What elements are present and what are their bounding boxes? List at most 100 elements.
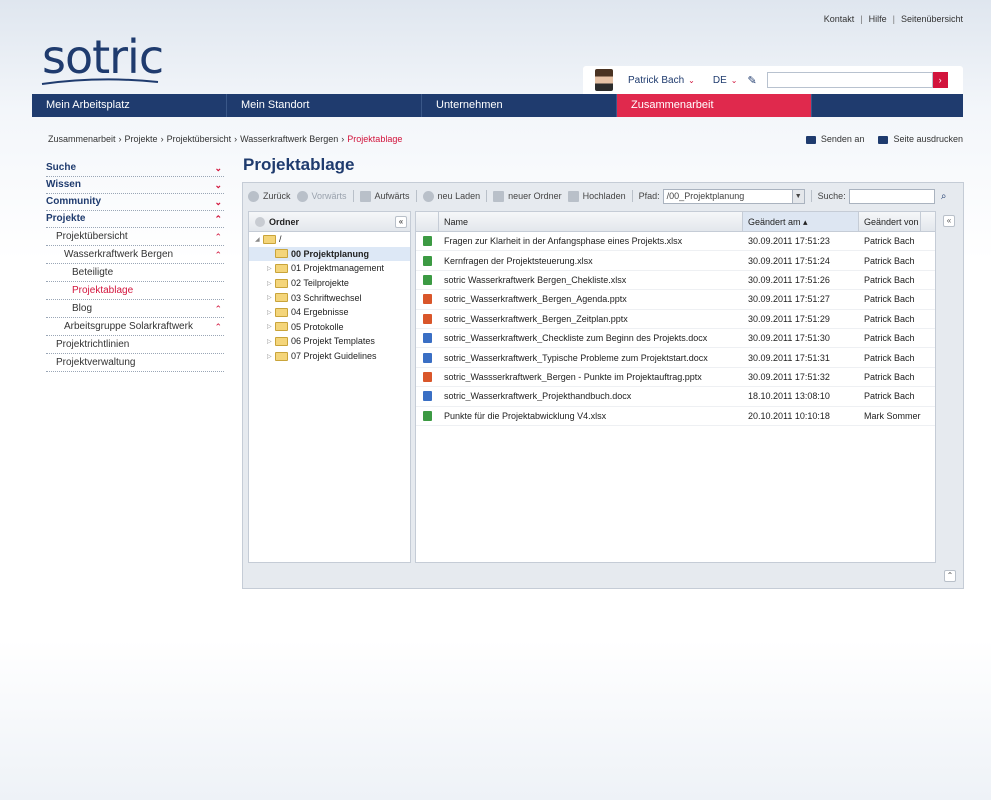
- help-link[interactable]: Hilfe: [869, 14, 887, 24]
- chevron-down-icon[interactable]: ⌄: [214, 194, 222, 210]
- back-button[interactable]: Zurück: [248, 190, 291, 202]
- breadcrumb-item[interactable]: Projektübersicht: [167, 134, 232, 144]
- sidebar-item-blog[interactable]: Blog ⌃: [46, 300, 224, 318]
- forward-button[interactable]: Vorwärts: [296, 190, 347, 202]
- file-name-cell[interactable]: sotric Wasserkraftwerk Bergen_Chekliste.…: [439, 275, 743, 285]
- sidebar-item-projektverwaltung[interactable]: Projektverwaltung: [46, 354, 224, 372]
- expander-icon[interactable]: ▷: [267, 338, 275, 345]
- tree-root[interactable]: ◢ /: [249, 232, 410, 247]
- pptx-file-icon: [423, 371, 432, 382]
- nav-zusammenarbeit[interactable]: Zusammenarbeit: [617, 94, 812, 117]
- tree-folder-02[interactable]: ▷ 02 Teilprojekte: [249, 276, 410, 291]
- file-name-cell[interactable]: Fragen zur Klarheit in der Anfangsphase …: [439, 236, 743, 246]
- chevron-down-icon[interactable]: ⌄: [731, 76, 738, 85]
- search-submit-button[interactable]: ›: [932, 72, 948, 88]
- table-row[interactable]: sotric Wasserkraftwerk Bergen_Chekliste.…: [416, 271, 935, 291]
- tree-folder-06[interactable]: ▷ 06 Projekt Templates: [249, 334, 410, 349]
- new-folder-button[interactable]: neuer Ordner: [493, 190, 562, 202]
- sidebar-item-suche[interactable]: Suche ⌄: [46, 160, 224, 177]
- file-name-cell[interactable]: Kernfragen der Projektsteuerung.xlsx: [439, 256, 743, 266]
- breadcrumb-item[interactable]: Zusammenarbeit: [48, 134, 116, 144]
- contact-link[interactable]: Kontakt: [824, 14, 855, 24]
- file-name-cell[interactable]: sotric_Wasserkraftwerk_Typische Probleme…: [439, 353, 743, 363]
- changed-column-header[interactable]: Geändert am ▴: [743, 212, 859, 231]
- sitemap-link[interactable]: Seitenübersicht: [901, 14, 963, 24]
- file-name-cell[interactable]: sotric_Wassserkraftwerk_Bergen - Punkte …: [439, 372, 743, 382]
- table-row[interactable]: Fragen zur Klarheit in der Anfangsphase …: [416, 232, 935, 252]
- language-select[interactable]: DE: [713, 75, 727, 86]
- sidebar-item-projektrichtlinien[interactable]: Projektrichtlinien: [46, 336, 224, 354]
- tree-folder-01[interactable]: ▷ 01 Projektmanagement: [249, 261, 410, 276]
- breadcrumb-item[interactable]: Wasserkraftwerk Bergen: [240, 134, 338, 144]
- tree-folder-07[interactable]: ▷ 07 Projekt Guidelines: [249, 349, 410, 364]
- user-name[interactable]: Patrick Bach: [628, 75, 684, 86]
- chevron-down-icon[interactable]: ⌄: [214, 160, 222, 176]
- file-name-cell[interactable]: Punkte für die Projektabwicklung V4.xlsx: [439, 411, 743, 421]
- file-changed-cell: 30.09.2011 17:51:26: [748, 274, 830, 285]
- search-icon[interactable]: ⌕: [937, 189, 951, 204]
- breadcrumb-item[interactable]: Projekte: [125, 134, 158, 144]
- sidebar-item-arbeitsgruppe-solarkraftwerk[interactable]: Arbeitsgruppe Solarkraftwerk ⌃: [46, 318, 224, 336]
- chevron-down-icon[interactable]: ▼: [791, 189, 804, 203]
- expander-icon[interactable]: ▷: [267, 265, 275, 272]
- chevron-up-icon[interactable]: ⌃: [214, 247, 222, 263]
- table-row[interactable]: sotric_Wasserkraftwerk_Checkliste zum Be…: [416, 329, 935, 349]
- table-row[interactable]: sotric_Wasserkraftwerk_Bergen_Zeitplan.p…: [416, 310, 935, 329]
- expander-icon[interactable]: ▷: [267, 323, 275, 330]
- sidebar-item-wasserkraftwerk-bergen[interactable]: Wasserkraftwerk Bergen ⌃: [46, 246, 224, 264]
- file-name-cell[interactable]: sotric_Wasserkraftwerk_Checkliste zum Be…: [439, 333, 743, 343]
- nav-mein-arbeitsplatz[interactable]: Mein Arbeitsplatz: [32, 94, 227, 117]
- expander-icon[interactable]: ▷: [267, 294, 275, 301]
- pptx-file-icon: [423, 294, 432, 305]
- tree-folder-05[interactable]: ▷ 05 Protokolle: [249, 320, 410, 335]
- chevron-down-icon[interactable]: ⌄: [688, 76, 695, 85]
- table-row[interactable]: Kernfragen der Projektsteuerung.xlsx 30.0…: [416, 251, 935, 271]
- expand-panel-icon[interactable]: «: [943, 215, 955, 227]
- chevron-down-icon[interactable]: ⌄: [214, 177, 222, 193]
- table-row[interactable]: sotric_Wasserkraftwerk_Typische Probleme…: [416, 348, 935, 368]
- tree-folder-04[interactable]: ▷ 04 Ergebnisse: [249, 305, 410, 320]
- sidebar-item-wissen[interactable]: Wissen ⌄: [46, 177, 224, 194]
- name-column-header[interactable]: Name: [439, 212, 743, 231]
- chevron-up-icon[interactable]: ⌃: [214, 229, 222, 245]
- collapse-left-icon[interactable]: «: [395, 215, 407, 228]
- table-row[interactable]: sotric_Wasserkraftwerk_Bergen_Agenda.ppt…: [416, 290, 935, 310]
- chevron-up-icon[interactable]: ⌃: [214, 301, 222, 317]
- global-search-input[interactable]: [766, 72, 933, 88]
- sidebar-item-beteiligte[interactable]: Beteiligte: [46, 264, 224, 282]
- file-name-cell[interactable]: sotric_Wasserkraftwerk_Bergen_Zeitplan.p…: [439, 314, 743, 324]
- nav-unternehmen[interactable]: Unternehmen: [422, 94, 617, 117]
- sidebar-item-projekte[interactable]: Projekte ⌃: [46, 211, 224, 228]
- path-select[interactable]: /00_Projektplanung ▼: [662, 188, 805, 204]
- file-search-input[interactable]: [848, 188, 935, 204]
- reload-button[interactable]: neu Laden: [422, 190, 480, 202]
- sidebar-item-projektuebersicht[interactable]: Projektübersicht ⌃: [46, 228, 224, 246]
- file-name-cell[interactable]: sotric_Wasserkraftwerk_Bergen_Agenda.ppt…: [439, 294, 743, 304]
- nav-mein-standort[interactable]: Mein Standort: [227, 94, 422, 117]
- sidebar-item-community[interactable]: Community ⌄: [46, 194, 224, 211]
- chevron-up-icon[interactable]: ⌃: [214, 319, 222, 335]
- collapse-up-icon[interactable]: ⌃: [944, 570, 956, 582]
- tree-folder-00[interactable]: 00 Projektplanung: [249, 246, 410, 262]
- changed-by-column-header[interactable]: Geändert von: [859, 212, 921, 231]
- expander-icon[interactable]: ▷: [267, 353, 275, 360]
- table-row[interactable]: Punkte für die Projektabwicklung V4.xlsx…: [416, 407, 935, 426]
- type-column-header[interactable]: [416, 212, 439, 231]
- expander-icon[interactable]: ▷: [267, 309, 275, 316]
- logo[interactable]: sotric: [42, 30, 164, 84]
- expanded-icon[interactable]: ◢: [255, 236, 263, 243]
- print-page-link[interactable]: Seite ausdrucken: [878, 134, 963, 144]
- upload-button[interactable]: Hochladen: [567, 190, 626, 202]
- tree-folder-03[interactable]: ▷ 03 Schriftwechsel: [249, 290, 410, 305]
- file-name-cell[interactable]: sotric_Wasserkraftwerk_Projekthandbuch.d…: [439, 391, 743, 401]
- send-to-link[interactable]: Senden an: [805, 134, 864, 144]
- table-row[interactable]: sotric_Wassserkraftwerk_Bergen - Punkte …: [416, 368, 935, 388]
- table-row[interactable]: sotric_Wasserkraftwerk_Projekthandbuch.d…: [416, 387, 935, 407]
- sidebar-item-projektablage[interactable]: Projektablage: [46, 282, 224, 300]
- expander-icon[interactable]: ▷: [267, 280, 275, 287]
- avatar[interactable]: [595, 69, 613, 91]
- up-button[interactable]: Aufwärts: [359, 190, 410, 202]
- pen-icon[interactable]: ✎: [747, 74, 756, 87]
- chevron-up-icon[interactable]: ⌃: [214, 211, 222, 227]
- path-value: /00_Projektplanung: [666, 190, 745, 201]
